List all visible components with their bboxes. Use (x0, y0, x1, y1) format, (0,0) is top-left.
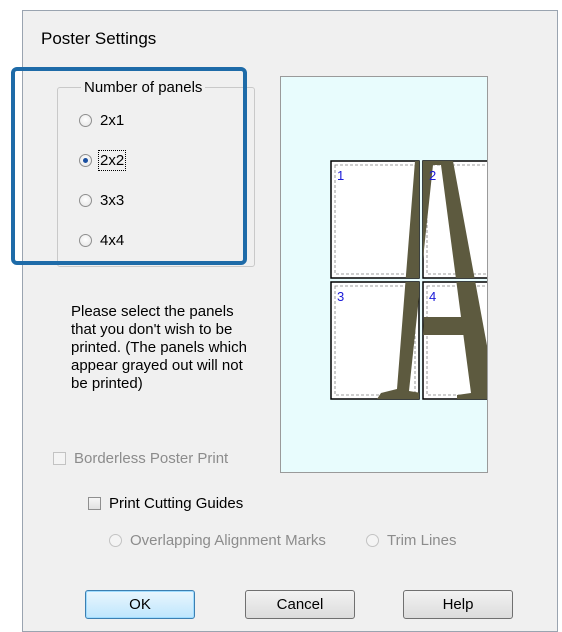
print-cutting-guides-label: Print Cutting Guides (109, 495, 244, 512)
radio-4x4-label: 4x4 (100, 232, 125, 249)
panel-1-number: 1 (337, 168, 344, 183)
cancel-button[interactable]: Cancel (245, 590, 355, 619)
help-button[interactable]: Help (403, 590, 513, 619)
borderless-poster-print-box[interactable] (53, 452, 66, 465)
radio-2x1[interactable]: 2x1 (79, 112, 124, 129)
panel-selection-instructions: Please select the panels that you don't … (71, 303, 247, 392)
radio-3x3[interactable]: 3x3 (79, 192, 124, 209)
radio-2x2-indicator[interactable] (79, 154, 92, 167)
panel-3-number: 3 (337, 289, 344, 304)
radio-2x2-label: 2x2 (97, 150, 127, 171)
radio-2x1-label: 2x1 (100, 112, 125, 129)
radio-overlapping-alignment-marks-label: Overlapping Alignment Marks (130, 532, 326, 549)
print-cutting-guides-checkbox[interactable]: Print Cutting Guides (88, 495, 243, 512)
radio-overlapping-alignment-marks[interactable]: Overlapping Alignment Marks (109, 532, 326, 549)
number-of-panels-legend: Number of panels (81, 79, 206, 96)
radio-4x4-indicator[interactable] (79, 234, 92, 247)
poster-preview-canvas: 1 2 3 4 (330, 160, 512, 400)
panel-2-number: 2 (429, 168, 436, 183)
poster-settings-dialog: Poster Settings Number of panels 2x1 2x2… (22, 10, 558, 632)
print-cutting-guides-box[interactable] (88, 497, 101, 510)
radio-2x1-indicator[interactable] (79, 114, 92, 127)
radio-3x3-indicator[interactable] (79, 194, 92, 207)
radio-trim-lines-label: Trim Lines (387, 532, 457, 549)
borderless-poster-print-checkbox[interactable]: Borderless Poster Print (53, 450, 228, 467)
radio-trim-lines[interactable]: Trim Lines (366, 532, 456, 549)
radio-trim-lines-indicator[interactable] (366, 534, 379, 547)
poster-preview: 1 2 3 4 (280, 76, 512, 473)
panel-4-number: 4 (429, 289, 436, 304)
radio-3x3-label: 3x3 (100, 192, 125, 209)
borderless-poster-print-label: Borderless Poster Print (74, 450, 229, 467)
radio-4x4[interactable]: 4x4 (79, 232, 124, 249)
dialog-title: Poster Settings (41, 29, 157, 48)
radio-overlapping-alignment-marks-indicator[interactable] (109, 534, 122, 547)
ok-button[interactable]: OK (85, 590, 195, 619)
radio-2x2[interactable]: 2x2 (79, 150, 127, 171)
